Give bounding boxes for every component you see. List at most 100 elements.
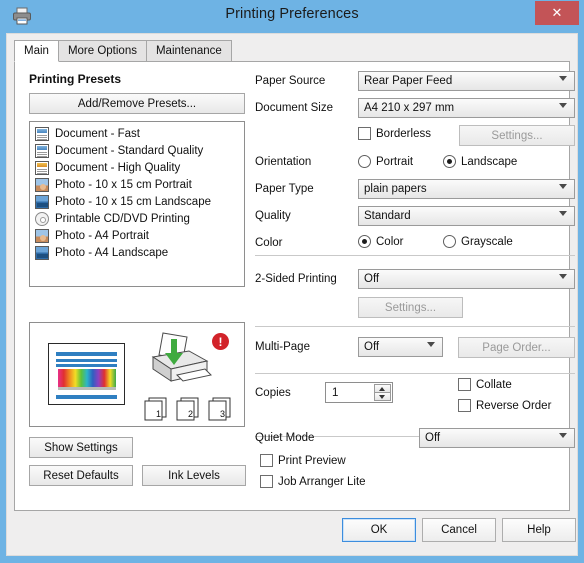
chevron-down-icon xyxy=(559,274,567,279)
stepper-down-icon[interactable] xyxy=(374,392,391,401)
radio-circle xyxy=(358,155,371,168)
multi-page-select[interactable]: Off xyxy=(358,337,443,357)
checkbox-box xyxy=(260,454,273,467)
divider xyxy=(255,326,575,327)
cd-dvd-icon xyxy=(35,212,49,226)
reset-defaults-button[interactable]: Reset Defaults xyxy=(29,465,133,486)
paper-type-row: Paper Type plain papers xyxy=(255,178,575,205)
page-order-button[interactable]: Page Order... xyxy=(458,337,575,358)
printing-preferences-window: Printing Preferences ✕ Main More Options… xyxy=(0,0,584,563)
stepper-up-icon[interactable] xyxy=(374,384,391,392)
job-arranger-lite-label: Job Arranger Lite xyxy=(278,476,366,488)
list-item[interactable]: Document - High Quality xyxy=(32,159,242,176)
paper-source-select[interactable]: Rear Paper Feed xyxy=(358,71,575,91)
preset-label: Printable CD/DVD Printing xyxy=(55,213,190,225)
two-sided-value: Off xyxy=(364,273,379,285)
presets-column: Printing Presets Add/Remove Presets... D… xyxy=(29,72,245,287)
tab-maintenance[interactable]: Maintenance xyxy=(146,40,232,62)
svg-text:1: 1 xyxy=(156,409,161,419)
paper-source-row: Paper Source Rear Paper Feed xyxy=(255,70,575,97)
presets-list[interactable]: Document - Fast Document - Standard Qual… xyxy=(29,121,245,287)
print-preview-illustration: ! 1 2 3 xyxy=(29,322,245,427)
two-sided-label: 2-Sided Printing xyxy=(255,273,337,285)
tab-main[interactable]: Main xyxy=(14,40,59,62)
photo-landscape-icon xyxy=(35,195,49,209)
copies-stepper[interactable]: 1 xyxy=(325,382,393,403)
chevron-down-icon xyxy=(559,184,567,189)
collate-checkbox[interactable]: Collate xyxy=(458,378,512,391)
color-row: Color Color Grayscale xyxy=(255,232,575,256)
two-sided-row: 2-Sided Printing Off xyxy=(255,268,575,295)
chevron-down-icon xyxy=(559,433,567,438)
list-item[interactable]: Printable CD/DVD Printing xyxy=(32,210,242,227)
ok-button[interactable]: OK xyxy=(342,518,416,542)
add-remove-presets-button[interactable]: Add/Remove Presets... xyxy=(29,93,245,114)
borderless-settings-button[interactable]: Settings... xyxy=(459,125,575,146)
checkbox-box xyxy=(458,399,471,412)
photo-landscape-icon xyxy=(35,246,49,260)
document-size-label: Document Size xyxy=(255,102,333,114)
copies-row: Copies 1 Collate Reverse Or xyxy=(255,373,575,419)
copies-value: 1 xyxy=(326,387,338,399)
quiet-mode-select[interactable]: Off xyxy=(419,428,575,448)
preset-label: Photo - A4 Landscape xyxy=(55,247,168,259)
preset-label: Photo - 10 x 15 cm Portrait xyxy=(55,179,192,191)
document-size-value: A4 210 x 297 mm xyxy=(364,102,454,114)
list-item[interactable]: Photo - A4 Landscape xyxy=(32,244,242,261)
quality-value: Standard xyxy=(364,210,411,222)
list-item[interactable]: Photo - 10 x 15 cm Landscape xyxy=(32,193,242,210)
ink-levels-button[interactable]: Ink Levels xyxy=(142,465,246,486)
preset-label: Document - Standard Quality xyxy=(55,145,203,157)
radio-circle xyxy=(443,155,456,168)
multi-page-value: Off xyxy=(364,341,379,353)
quiet-mode-row: Quiet Mode Off xyxy=(255,427,575,454)
document-size-row: Document Size A4 210 x 297 mm xyxy=(255,97,575,124)
help-button[interactable]: Help xyxy=(502,518,576,542)
chevron-down-icon xyxy=(559,103,567,108)
grayscale-radio[interactable]: Grayscale xyxy=(443,235,513,248)
document-quality-icon xyxy=(35,161,49,175)
list-item[interactable]: Document - Fast xyxy=(32,125,242,142)
color-label: Color xyxy=(255,237,282,249)
paper-source-value: Rear Paper Feed xyxy=(364,75,452,87)
grayscale-label: Grayscale xyxy=(461,236,513,248)
reverse-order-checkbox[interactable]: Reverse Order xyxy=(458,399,551,412)
quality-select[interactable]: Standard xyxy=(358,206,575,226)
orientation-label: Orientation xyxy=(255,156,311,168)
settings-column: Paper Source Rear Paper Feed Document Si… xyxy=(255,70,575,496)
show-settings-button[interactable]: Show Settings xyxy=(29,437,133,458)
print-preview-checkbox[interactable]: Print Preview xyxy=(260,454,346,467)
paper-type-select[interactable]: plain papers xyxy=(358,179,575,199)
list-item[interactable]: Document - Standard Quality xyxy=(32,142,242,159)
borderless-checkbox[interactable]: Borderless xyxy=(358,127,431,140)
close-icon[interactable]: ✕ xyxy=(535,1,579,25)
checkbox-box xyxy=(358,127,371,140)
job-arranger-row: Job Arranger Lite xyxy=(255,475,575,496)
cancel-button[interactable]: Cancel xyxy=(422,518,496,542)
alert-icon: ! xyxy=(212,333,229,350)
color-radio[interactable]: Color xyxy=(358,235,403,248)
document-size-select[interactable]: A4 210 x 297 mm xyxy=(358,98,575,118)
checkbox-box xyxy=(458,378,471,391)
two-sided-settings-row: Settings... xyxy=(255,295,575,322)
quiet-mode-label: Quiet Mode xyxy=(255,432,314,444)
color-option-label: Color xyxy=(376,236,403,248)
stepper-buttons[interactable] xyxy=(374,384,391,401)
chevron-down-icon xyxy=(427,342,435,347)
svg-text:3: 3 xyxy=(220,409,225,419)
job-arranger-lite-checkbox[interactable]: Job Arranger Lite xyxy=(260,475,366,488)
color-bar xyxy=(58,369,116,387)
two-sided-select[interactable]: Off xyxy=(358,269,575,289)
svg-text:2: 2 xyxy=(188,409,193,419)
radio-circle xyxy=(443,235,456,248)
main-tab-panel: Printing Presets Add/Remove Presets... D… xyxy=(14,61,570,511)
list-item[interactable]: Photo - A4 Portrait xyxy=(32,227,242,244)
two-sided-settings-button[interactable]: Settings... xyxy=(358,297,463,318)
preset-label: Photo - A4 Portrait xyxy=(55,230,149,242)
tab-more-options[interactable]: More Options xyxy=(58,40,147,62)
window-title: Printing Preferences xyxy=(0,6,584,22)
list-item[interactable]: Photo - 10 x 15 cm Portrait xyxy=(32,176,242,193)
orientation-portrait-radio[interactable]: Portrait xyxy=(358,155,413,168)
orientation-landscape-radio[interactable]: Landscape xyxy=(443,155,517,168)
copies-label: Copies xyxy=(255,387,291,399)
